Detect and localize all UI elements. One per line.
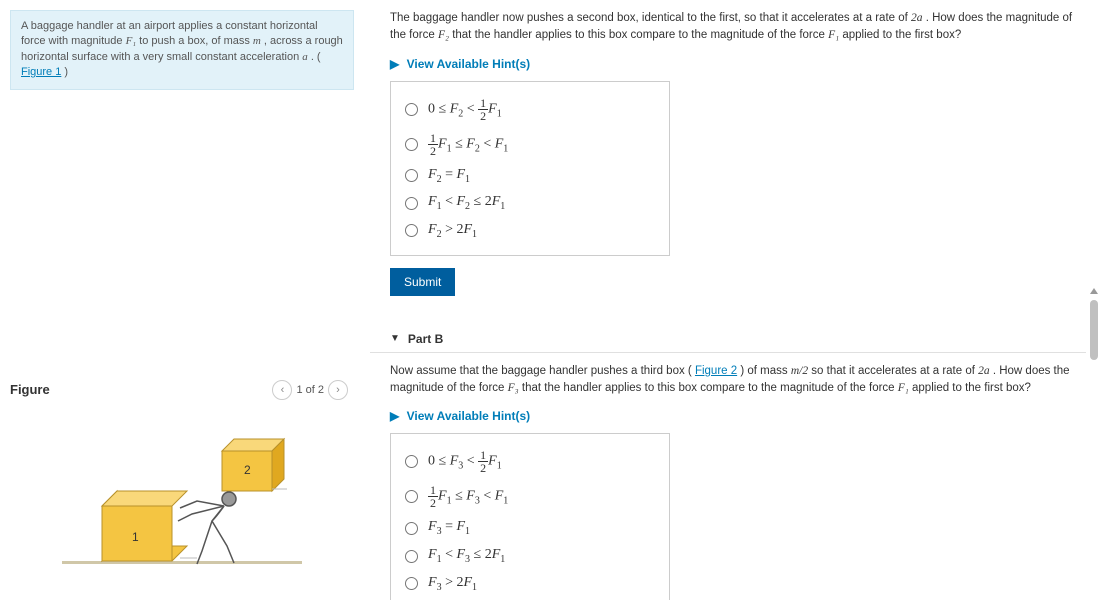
figure-nav-label: 1 of 2 — [296, 384, 324, 396]
intro-text: . ( — [311, 51, 321, 63]
figure-section: Figure ‹ 1 of 2 › — [10, 380, 354, 586]
hints-label: View Available Hint(s) — [407, 57, 531, 71]
partB-option-5[interactable]: F3 > 2F1 — [405, 570, 655, 598]
box-2: 2 — [222, 439, 284, 491]
left-column: A baggage handler at an airport applies … — [0, 0, 360, 600]
var-m: m — [253, 35, 261, 47]
var-mhalf: m/2 — [791, 365, 808, 377]
partA-hints-toggle[interactable]: ▶ View Available Hint(s) — [390, 51, 1086, 81]
var-F1: F₁ — [126, 35, 137, 47]
box-1-label: 1 — [132, 530, 139, 544]
triangle-right-icon: ▶ — [390, 57, 399, 71]
figure-header: Figure ‹ 1 of 2 › — [10, 380, 354, 406]
var-a: a — [302, 51, 308, 63]
partB-option-4[interactable]: F1 < F3 ≤ 2F1 — [405, 542, 655, 570]
partB-radio-5[interactable] — [405, 577, 418, 590]
box-1: 1 — [102, 491, 187, 561]
var-2a: 2a — [978, 365, 990, 377]
partA-option-1[interactable]: 0 ≤ F2 < 12F1 — [405, 92, 655, 127]
partB-option-3[interactable]: F3 = F1 — [405, 514, 655, 542]
partA-submit-button[interactable]: Submit — [390, 268, 455, 296]
partA-option-5[interactable]: F2 > 2F1 — [405, 217, 655, 245]
figure-svg: 1 2 — [52, 406, 312, 586]
figure-1-link[interactable]: Figure 1 — [21, 66, 61, 78]
partA-prompt: The baggage handler now pushes a second … — [390, 10, 1086, 51]
partB-option-2[interactable]: 12F1 ≤ F3 < F1 — [405, 479, 655, 514]
partB-radio-3[interactable] — [405, 522, 418, 535]
var-F1: F₁ — [898, 382, 909, 394]
partB-option-1[interactable]: 0 ≤ F3 < 12F1 — [405, 444, 655, 479]
figure-nav: ‹ 1 of 2 › — [272, 380, 348, 400]
partB-radio-1[interactable] — [405, 455, 418, 468]
partB-prompt: Now assume that the baggage handler push… — [390, 363, 1086, 404]
figure-title: Figure — [10, 382, 50, 397]
figure-next-button[interactable]: › — [328, 380, 348, 400]
partA-radio-4[interactable] — [405, 197, 418, 210]
box-2-label: 2 — [244, 463, 251, 477]
partB-radio-2[interactable] — [405, 490, 418, 503]
partA-radio-2[interactable] — [405, 138, 418, 151]
figure-2-link[interactable]: Figure 2 — [695, 365, 737, 377]
partA-option-3[interactable]: F2 = F1 — [405, 162, 655, 190]
person-icon — [178, 492, 236, 564]
right-column: The baggage handler now pushes a second … — [360, 0, 1106, 600]
figure-prev-button[interactable]: ‹ — [272, 380, 292, 400]
partA-radio-5[interactable] — [405, 224, 418, 237]
var-F3: F₃ — [508, 382, 519, 394]
problem-intro: A baggage handler at an airport applies … — [10, 10, 354, 90]
partB-radio-4[interactable] — [405, 550, 418, 563]
var-2a: 2a — [911, 12, 923, 24]
app-container: A baggage handler at an airport applies … — [0, 0, 1106, 600]
triangle-right-icon: ▶ — [390, 409, 399, 423]
partB-hints-toggle[interactable]: ▶ View Available Hint(s) — [390, 403, 1086, 433]
figure-image: 1 2 — [10, 406, 354, 586]
partA-options: 0 ≤ F2 < 12F1 12F1 ≤ F2 < F1 F2 = F1 F1 … — [390, 81, 670, 256]
intro-text: ) — [64, 66, 68, 78]
caret-down-icon: ▼ — [390, 333, 400, 344]
var-F1: F₁ — [828, 29, 839, 41]
partA-radio-3[interactable] — [405, 169, 418, 182]
partB-title: Part B — [408, 332, 443, 346]
partA-option-2[interactable]: 12F1 ≤ F2 < F1 — [405, 127, 655, 162]
var-F2: F₂ — [438, 29, 449, 41]
hints-label: View Available Hint(s) — [407, 409, 531, 423]
partB-header[interactable]: ▼ Part B — [370, 326, 1086, 353]
intro-text: to push a box, of mass — [139, 35, 253, 47]
partA-radio-1[interactable] — [405, 103, 418, 116]
partB-options: 0 ≤ F3 < 12F1 12F1 ≤ F3 < F1 F3 = F1 F1 … — [390, 433, 670, 600]
partA-option-4[interactable]: F1 < F2 ≤ 2F1 — [405, 189, 655, 217]
